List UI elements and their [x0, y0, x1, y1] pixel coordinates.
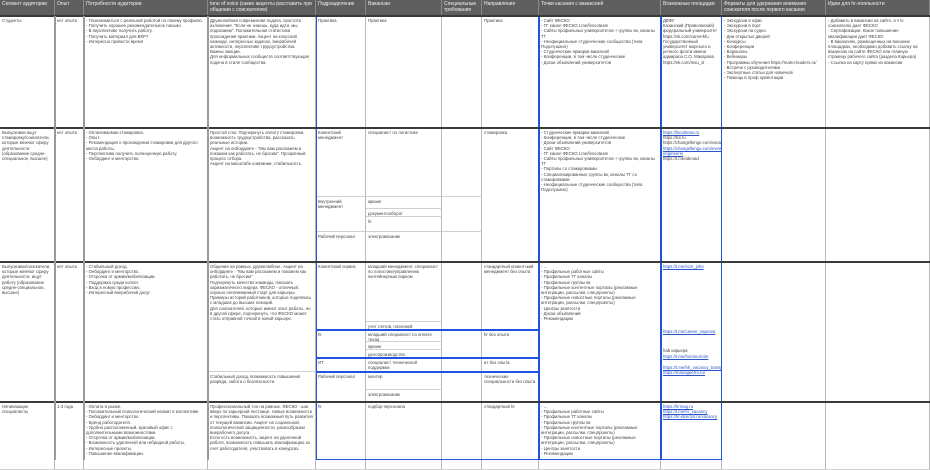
- experience-cell[interactable]: нет опыта: [55, 262, 84, 402]
- column-header[interactable]: Идеи для hr-лояльности: [826, 0, 930, 16]
- direction-cell[interactable]: ит без опыта: [482, 358, 539, 372]
- vacancy-cell[interactable]: младший специалист по оплате труда: [366, 330, 442, 342]
- row-separator: [0, 127, 930, 129]
- unit-cell[interactable]: Внутренний менеджмент: [316, 197, 366, 232]
- tone-cell[interactable]: Простой слог. Подчеркнуть оплату стажиро…: [208, 128, 316, 262]
- vacancy-cell[interactable]: делопроизводство: [366, 350, 442, 358]
- vacancy-cell[interactable]: специалист по логистике: [366, 128, 442, 197]
- column-header[interactable]: Подразделение: [316, 0, 366, 16]
- column-divider: [207, 16, 209, 460]
- column-header[interactable]: Специальные требования: [442, 0, 482, 16]
- tone-workers-cell[interactable]: Стабильный доход, возможность повышения …: [208, 372, 316, 402]
- platform-link[interactable]: https://hr-director.ru/vacancy: [663, 414, 719, 419]
- segment-cell[interactable]: Выпускники/соискатели, которые меняют сф…: [0, 262, 55, 402]
- column-header[interactable]: Опыт: [55, 0, 84, 16]
- needs-cell[interactable]: - Познакомиться с реальной работой по св…: [84, 16, 208, 128]
- ideas-cell[interactable]: [826, 128, 930, 262]
- vacancy-cell[interactable]: крюинг: [366, 197, 442, 209]
- column-divider: [83, 16, 85, 460]
- platforms-cell[interactable]: ДВФУ Казанский (Приволжский) федеральный…: [661, 16, 722, 128]
- experience-cell[interactable]: нет опыта: [55, 128, 84, 262]
- spreadsheet-grid: Сегмент аудитории Опыт Потребности аудитор…: [0, 0, 930, 470]
- unit-cell[interactable]: hr: [316, 330, 366, 358]
- column-header[interactable]: Вакансии: [366, 0, 442, 16]
- segment-cell[interactable]: Студенты: [0, 16, 55, 128]
- needs-cell[interactable]: - Стабильный доход. - Онбординг и ментор…: [84, 262, 208, 402]
- special-requirements-cell[interactable]: [442, 128, 482, 197]
- column-header[interactable]: Потребности аудитории: [84, 0, 208, 16]
- vacancy-cell[interactable]: монтер: [366, 372, 442, 390]
- platforms-cell[interactable]: https://t.me/scm_jobs https://t.me/career…: [661, 262, 722, 402]
- column-divider: [54, 16, 56, 460]
- column-header[interactable]: Сегмент аудитории: [0, 0, 55, 16]
- tone-cell[interactable]: Дружелюбная современная подача, простота…: [208, 16, 316, 128]
- platform-link[interactable]: https://changellenge.com/vacancy/: [663, 140, 721, 145]
- vacancy-cell[interactable]: младший менеджмент, специалист по логист…: [366, 262, 442, 322]
- direction-cell[interactable]: Практика: [482, 16, 539, 128]
- special-requirements-cell[interactable]: [442, 197, 482, 232]
- special-requirements-cell[interactable]: [442, 330, 482, 358]
- unit-cell[interactable]: Рабочий персонал: [316, 232, 366, 262]
- touchpoints-cell[interactable]: - Сайт ФЕСКО - ТГ канал ФЕСКО t.me/fesco…: [539, 16, 661, 128]
- needs-cell[interactable]: - Оплачиваемая стажировка. - Опыт. - Рек…: [84, 128, 208, 262]
- platform-link[interactable]: https://t.me/career_saprova: [663, 329, 719, 334]
- special-requirements-cell[interactable]: [442, 358, 482, 372]
- vacancy-cell[interactable]: крюинг: [366, 342, 442, 350]
- row-separator: [0, 261, 930, 263]
- platform-link[interactable]: https://t.me/hommorrole: [663, 354, 719, 359]
- tone-cell[interactable]: Общение на равных, дружелюбное. Акцент н…: [208, 262, 316, 372]
- column-header[interactable]: Форматы для удержания внимания соискател…: [722, 0, 826, 16]
- formats-cell[interactable]: - Экскурсии в офис - Экскурсии в порт - …: [722, 16, 826, 128]
- special-requirements-cell[interactable]: [442, 232, 482, 262]
- special-requirements-cell[interactable]: [442, 372, 482, 402]
- segment-cell[interactable]: Выпускники ищут стажировку/соискатели, к…: [0, 128, 55, 262]
- formats-cell[interactable]: [722, 262, 826, 402]
- vacancy-cell[interactable]: специалист технической поддержки: [366, 358, 442, 372]
- experience-cell[interactable]: нет опыта: [55, 16, 84, 128]
- unit-cell[interactable]: ИТ: [316, 358, 366, 372]
- ideas-cell[interactable]: [826, 262, 930, 402]
- touchpoints-cell[interactable]: - ... - Профильные работные сайты - Проф…: [539, 262, 661, 402]
- special-requirements-cell[interactable]: [442, 262, 482, 330]
- direction-cell[interactable]: стандартный клиентский менеджмент без оп…: [482, 262, 539, 330]
- touchpoints-cell[interactable]: - Студенческие ярмарки вакансий - Конфер…: [539, 128, 661, 262]
- vacancy-cell[interactable]: учет счетов, платежей: [366, 322, 442, 330]
- column-header[interactable]: tone of voice (какие акценты расставить …: [208, 0, 316, 16]
- unit-cell[interactable]: Клиентский сервис: [316, 262, 366, 330]
- unit-cell[interactable]: Рабочий персонал: [316, 372, 366, 402]
- platform-link[interactable]: https://changellenge.com/events/fut-engi…: [663, 146, 721, 156]
- direction-cell[interactable]: hr без опыта: [482, 330, 539, 358]
- vacancy-cell[interactable]: документооборот: [366, 209, 442, 217]
- platforms-cell[interactable]: https://facultetus.ru https://fut.ru https…: [661, 128, 722, 262]
- formats-cell[interactable]: [722, 128, 826, 262]
- platform-link[interactable]: https://manageetro.ru/: [663, 370, 719, 375]
- column-header[interactable]: Направление: [482, 0, 539, 16]
- platform-link[interactable]: https://t.me/scm_jobs: [663, 264, 719, 269]
- row-separator: [0, 15, 930, 17]
- direction-cell[interactable]: стажировка: [482, 128, 539, 262]
- special-requirements-cell[interactable]: [442, 16, 482, 128]
- direction-cell[interactable]: технические специальности без опыта: [482, 372, 539, 402]
- column-header[interactable]: Возможные площадки: [661, 0, 722, 16]
- unit-cell[interactable]: Практика: [316, 16, 366, 128]
- column-header[interactable]: Точки касания с вакансией: [539, 0, 661, 16]
- vacancy-cell[interactable]: электромеханик: [366, 232, 442, 262]
- unit-cell[interactable]: Клиентский менеджмент: [316, 128, 366, 197]
- vacancy-cell[interactable]: Практика: [366, 16, 442, 128]
- row-separator: [0, 401, 930, 403]
- vacancy-cell[interactable]: hr: [366, 217, 442, 232]
- platform-link[interactable]: https://t.me/abroad: [663, 156, 719, 161]
- ideas-cell[interactable]: - Добавить в вакансии на сайте, а что со…: [826, 16, 930, 128]
